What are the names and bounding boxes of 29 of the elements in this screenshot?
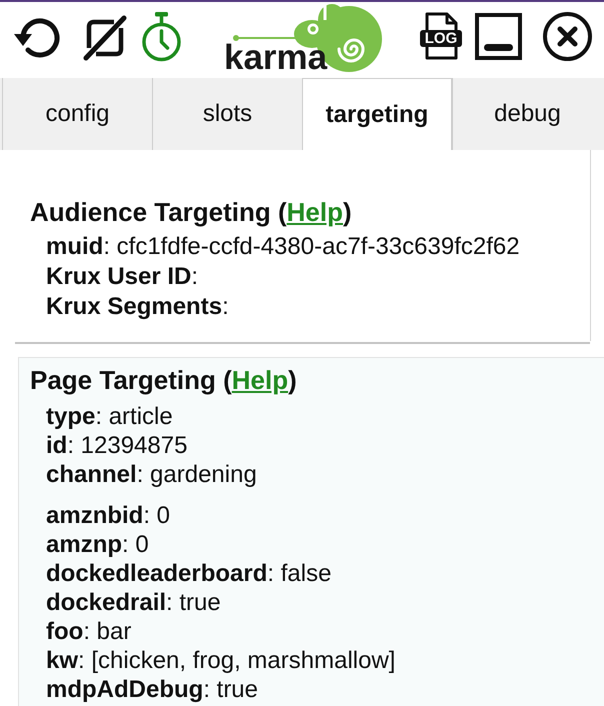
close-icon [543, 12, 592, 61]
targeting-entry: type: article [46, 402, 173, 431]
targeting-entry: kw: [chicken, frog, marshmallow] [46, 646, 396, 675]
logo-text: karma [224, 40, 328, 75]
minimize-icon [475, 13, 522, 60]
stopwatch-icon [140, 11, 183, 62]
help-link[interactable]: Help [286, 197, 343, 227]
targeting-entry: dockedrail: true [46, 588, 221, 617]
targeting-entry: amznbid: 0 [46, 501, 170, 530]
targeting-entry: channel: gardening [46, 460, 257, 489]
targeting-entry: Krux User ID: [46, 262, 198, 292]
slashed-square-button[interactable] [82, 15, 128, 61]
targeting-entry: mdpAdDebug: true [46, 675, 258, 704]
targeting-entry: foo: bar [46, 617, 132, 646]
targeting-entry: Krux Segments: [46, 292, 229, 322]
log-button[interactable]: LOG [420, 12, 462, 60]
targeting-entry: amznp: 0 [46, 530, 149, 559]
stopwatch-button[interactable] [140, 11, 183, 62]
slashed-square-icon [82, 15, 128, 61]
minimize-button[interactable] [475, 13, 522, 60]
log-file-icon [420, 12, 462, 60]
section-heading: Page Targeting (Help) [30, 365, 297, 395]
close-button[interactable] [543, 12, 592, 61]
targeting-entry: dockedleaderboard: false [46, 559, 332, 588]
targeting-entry: id: 12394875 [46, 431, 188, 460]
help-link[interactable]: Help [232, 365, 288, 395]
section-heading: Audience Targeting (Help) [30, 197, 352, 227]
targeting-entry: muid: cfc1fdfe-ccfd-4380-ac7f-33c639fc2f62 [46, 232, 520, 262]
tab[interactable]: targeting [302, 78, 452, 150]
